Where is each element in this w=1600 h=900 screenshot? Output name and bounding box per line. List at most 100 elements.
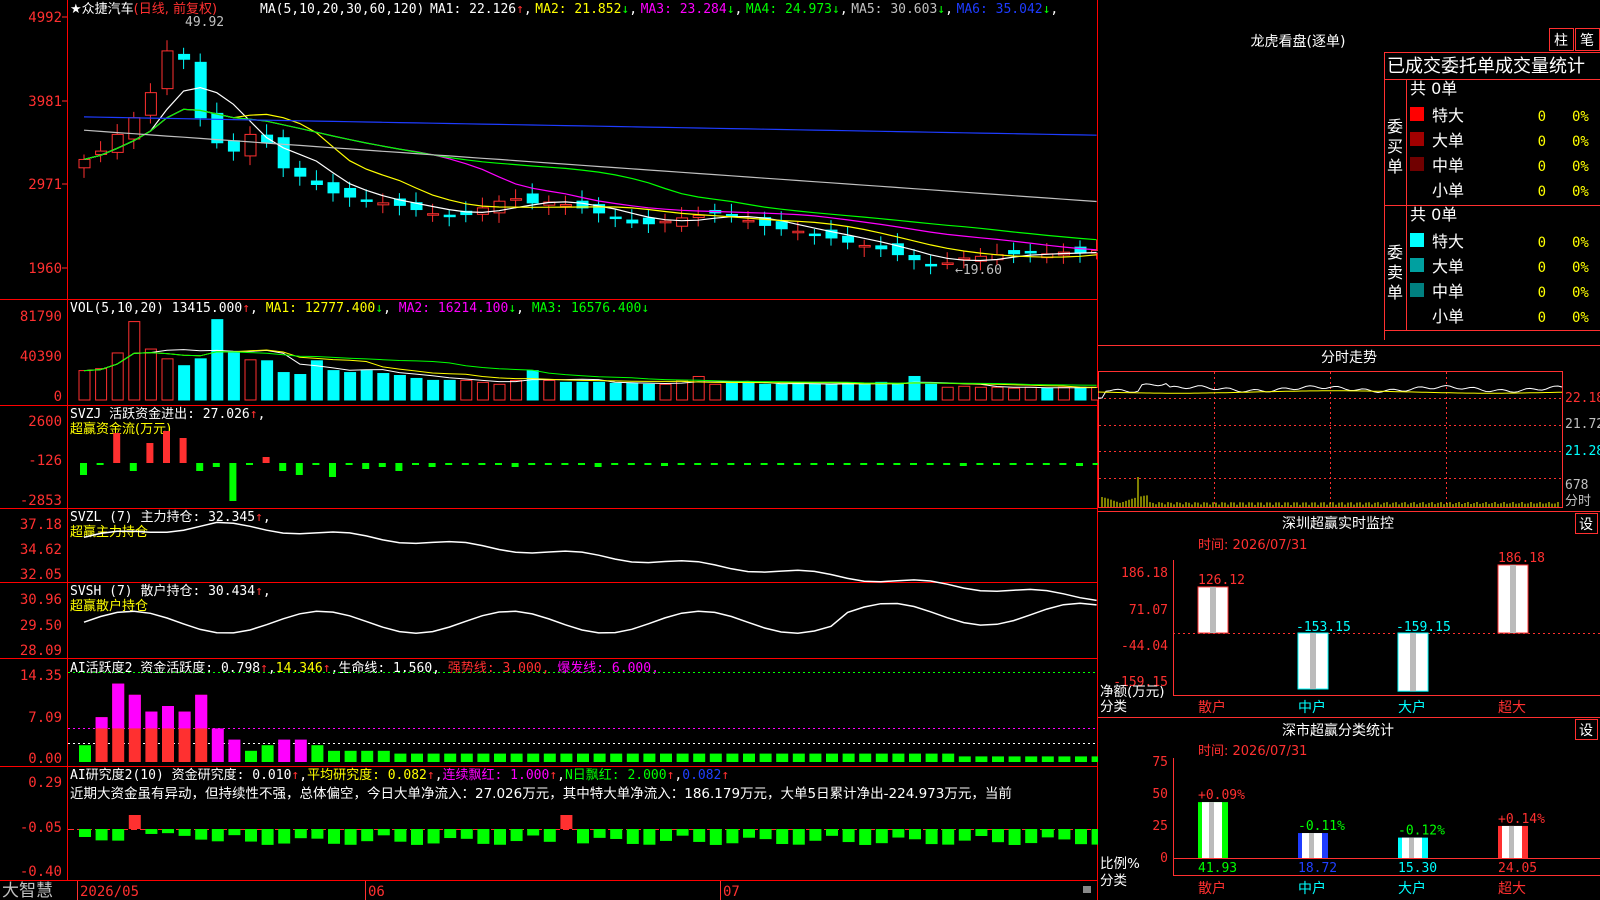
ai2-comment: 近期大资金虽有异动，但持续性不强，总体偏空，今日大单净流入：27.026万元，其… (70, 785, 1012, 802)
volume-bar (659, 383, 672, 401)
lhb-row-pct: 0% (1572, 235, 1589, 251)
candle-body (609, 216, 622, 220)
ai2-bar (394, 829, 407, 842)
ai1-bar (726, 753, 739, 762)
ai2-bar (925, 829, 938, 845)
volume-bar (792, 382, 805, 401)
sz-tick: 71.07 (1129, 603, 1168, 618)
lhb-swatch (1410, 233, 1424, 247)
volume-bar (443, 379, 456, 401)
ai2-l4: N日飘红: 2.000 (565, 767, 667, 783)
svzj-tick: 2600 (28, 414, 62, 430)
svzj-label: SVZJ 活跃资金进出: 27.026 (70, 406, 250, 422)
ai1-tick: 0.00 (28, 751, 62, 767)
sz-bar-value: -153.15 (1296, 620, 1351, 635)
svzj-bar (129, 463, 137, 471)
volume-bar (360, 370, 373, 401)
svzj-bar (461, 463, 469, 465)
candle-body (144, 92, 157, 116)
lhb-swatch (1410, 132, 1424, 146)
candle-body (659, 220, 672, 224)
ai2-bar (859, 829, 872, 845)
lhb-title: 龙虎看盘(逐单) (1251, 33, 1346, 50)
ai1-bar (643, 753, 656, 762)
ai2-bar (228, 829, 241, 836)
ai1-bar (676, 753, 689, 762)
lhb-row-label: 小单 (1432, 181, 1464, 200)
volume-bar (460, 379, 473, 401)
ai1-l2: 14.346 (276, 661, 323, 676)
vol-axis: 81790 40390 0 (20, 309, 62, 405)
volume-bar (925, 383, 938, 401)
lhb-row-label: 中单 (1432, 156, 1464, 175)
ai1-bar (377, 750, 390, 762)
svzj-bar (910, 463, 917, 465)
svzj-bar (627, 463, 635, 465)
volume-bar (941, 386, 954, 401)
ai2-bar (145, 829, 158, 834)
svzj-bar (212, 463, 220, 467)
volume-bar (78, 370, 91, 401)
ai2-bar (776, 829, 789, 845)
candlesticks (78, 40, 1098, 275)
ai2-bar (693, 829, 706, 842)
ai2-bar (128, 815, 141, 829)
volume-bar (742, 381, 755, 401)
ai1-bar (427, 753, 440, 762)
lock-icon[interactable] (1083, 886, 1091, 893)
candle-body (1024, 250, 1037, 254)
volume-bar (277, 372, 290, 401)
svzj-bar (943, 463, 951, 465)
ai1-bars (68, 672, 1098, 762)
main-chart-area[interactable]: 4992 3981 2971 1960 ★众捷汽车(日线, 前复权) MA(5,… (0, 0, 1098, 900)
volume-bar (609, 382, 622, 401)
svzj-bar (312, 463, 320, 465)
vol-ma3: MA3: 16576.400 (532, 301, 642, 316)
volume-bars (78, 319, 1098, 401)
ai1-bar (593, 753, 606, 762)
ai1-bar (942, 753, 955, 762)
sh-category: 中户 (1298, 880, 1326, 897)
svsh-tick: 30.96 (20, 592, 62, 608)
ai2-bar (543, 829, 556, 842)
ai2-tick: 0.29 (28, 775, 62, 791)
sz-tick: -44.04 (1121, 639, 1168, 654)
volume-bar (111, 352, 124, 401)
lhb-panel: 龙虎看盘(逐单) 柱 笔 已成交委托单成交量统计 共 0单委买单特大 0 0%大单 0… (1251, 28, 1600, 340)
volume-bar (344, 372, 357, 401)
candle-body (327, 182, 340, 194)
ai1-bar (958, 756, 971, 762)
ai1-bar (776, 753, 789, 762)
ai2-bar (79, 829, 91, 837)
volume-bar (476, 381, 489, 401)
candle-body (344, 187, 357, 198)
volume-bar (808, 383, 821, 401)
high-annotation: 49.92 (185, 15, 224, 30)
svzl-tick: 32.05 (20, 567, 62, 583)
ma-line (83, 129, 1097, 203)
sh-xlabel: 分类 (1100, 873, 1127, 889)
svzj-bar (793, 463, 801, 465)
volume-bar (178, 365, 191, 401)
ai1-bar (577, 753, 589, 762)
sz-tick: 186.18 (1121, 566, 1168, 581)
sz-monitor-panel: 深圳超赢实时监控 设 时间: 2026/07/31 186.18 71.07 -… (1098, 511, 1600, 716)
ai2-bar (709, 829, 722, 845)
volume-bar (377, 373, 390, 401)
ai2-bar (676, 829, 689, 836)
svzj-axis: 2600 -126 -2853 (20, 414, 62, 509)
volume-bar (593, 381, 606, 401)
ai1-header: AI活跃度2 资金活跃度: 0.798↑,14.346↑,生命线: 1.560,… (70, 660, 659, 676)
price-tick: 1960 (28, 261, 62, 277)
candle-body (360, 199, 373, 202)
lhb-row-label: 特大 (1432, 232, 1464, 251)
ai2-tick: -0.40 (20, 864, 62, 880)
sh-title: 深市超赢分类统计 (1282, 722, 1394, 739)
ai1-bar (925, 753, 938, 762)
lhb-swatch (1410, 283, 1424, 297)
svsh-tick: 28.09 (20, 643, 62, 659)
svzj-tick: -2853 (20, 493, 62, 509)
svzj-bar (163, 431, 170, 463)
ai1-bar-top (112, 683, 125, 729)
sh-bar-shade (1409, 837, 1414, 858)
